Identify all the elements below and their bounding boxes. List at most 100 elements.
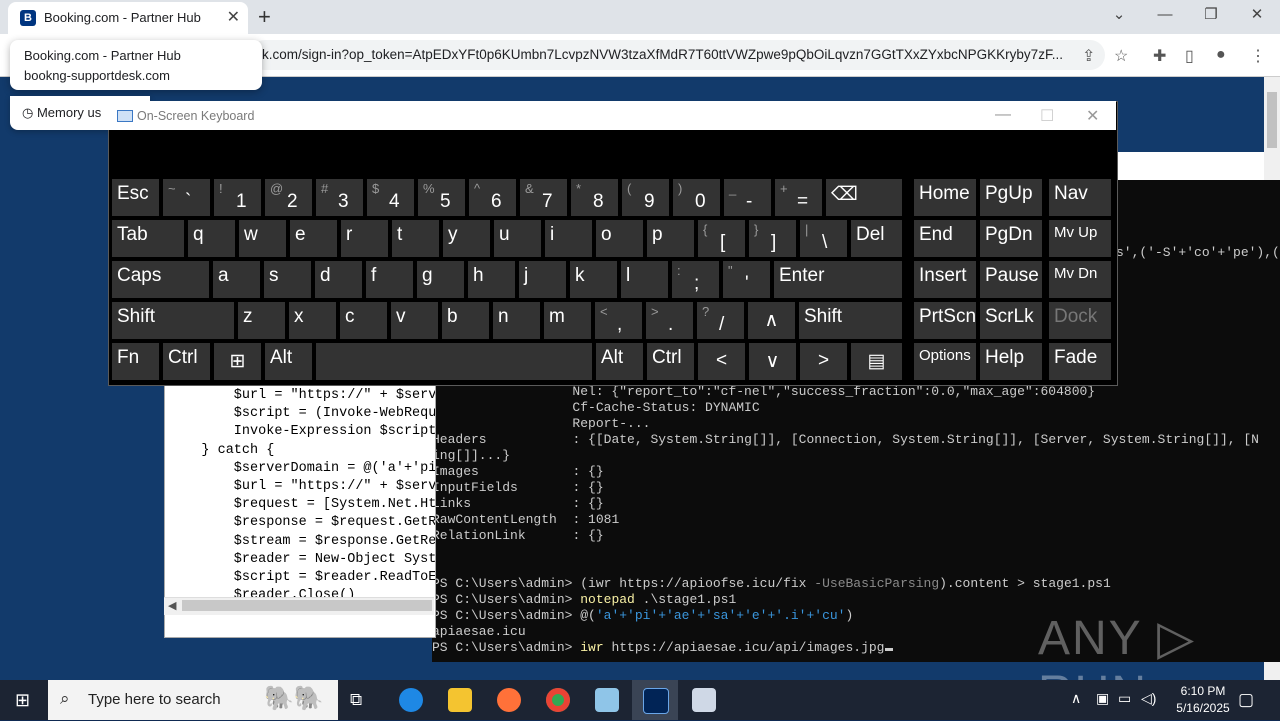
key-right-arrow[interactable]: > [800, 343, 847, 380]
key-insert[interactable]: Insert [914, 261, 976, 298]
edge-icon[interactable] [399, 688, 423, 712]
key-x[interactable]: x [289, 302, 336, 339]
osk-minimize-button[interactable]: — [995, 106, 1011, 124]
close-button[interactable]: ✕ [1234, 0, 1280, 34]
key-alt-left[interactable]: Alt [265, 343, 312, 380]
key-dock[interactable]: Dock [1049, 302, 1111, 339]
address-bar-url[interactable]: k.com/sign-in?op_token=AtpEDxYFt0p6KUmbn… [262, 47, 1072, 62]
tab-close-icon[interactable]: ✕ [227, 7, 240, 27]
network-icon[interactable]: ▭ [1118, 690, 1131, 707]
key-tab[interactable]: Tab [112, 220, 184, 257]
key-z[interactable]: z [238, 302, 285, 339]
file-explorer-icon[interactable] [448, 688, 472, 712]
key-comma[interactable]: <, [595, 302, 642, 339]
key-f[interactable]: f [366, 261, 413, 298]
key-ctrl-left[interactable]: Ctrl [163, 343, 210, 380]
tray-app-icon[interactable]: ▣ [1096, 690, 1109, 707]
key-semicolon[interactable]: :; [672, 261, 719, 298]
key-shift-right[interactable]: Shift [799, 302, 902, 339]
key-l[interactable]: l [621, 261, 668, 298]
key-o[interactable]: o [596, 220, 643, 257]
tray-overflow-chevron-icon[interactable]: ∧ [1071, 690, 1081, 707]
key-6[interactable]: ^ 6 [469, 179, 516, 216]
side-panel-icon[interactable]: ▯ [1185, 46, 1194, 66]
page-scrollbar-thumb[interactable] [1267, 92, 1277, 148]
key-4[interactable]: $4 [367, 179, 414, 216]
key-n[interactable]: n [493, 302, 540, 339]
minimize-button[interactable]: — [1142, 0, 1188, 34]
key-mvdn[interactable]: Mv Dn [1049, 261, 1111, 298]
key-end[interactable]: End [914, 220, 976, 257]
key-ctrl-right[interactable]: Ctrl [647, 343, 694, 380]
key-e[interactable]: e [290, 220, 337, 257]
key-del[interactable]: Del [851, 220, 902, 257]
key-backslash[interactable]: | \ [800, 220, 847, 257]
volume-icon[interactable]: ◁) [1141, 690, 1156, 707]
key-up-arrow[interactable]: ∧ [748, 302, 795, 339]
menu-kebab-icon[interactable]: ⋮ [1250, 46, 1266, 66]
key-options[interactable]: Options [914, 343, 976, 380]
key-mvup[interactable]: Mv Up [1049, 220, 1111, 257]
key-backtick[interactable]: ~ ` [163, 179, 210, 216]
key-y[interactable]: y [443, 220, 490, 257]
key-close-bracket[interactable]: }] [749, 220, 796, 257]
key-r[interactable]: r [341, 220, 388, 257]
key-left-arrow[interactable]: < [698, 343, 745, 380]
key-pgup[interactable]: PgUp [980, 179, 1042, 216]
new-tab-button[interactable]: + [258, 4, 271, 30]
key-period[interactable]: >. [646, 302, 693, 339]
key-open-bracket[interactable]: {[ [698, 220, 745, 257]
key-u[interactable]: u [494, 220, 541, 257]
console-scroll-down-icon[interactable] [1264, 662, 1280, 680]
tab-search-icon[interactable]: ⌄ [1096, 0, 1142, 34]
key-caps[interactable]: Caps [112, 261, 209, 298]
key-2[interactable]: @2 [265, 179, 312, 216]
key-space[interactable] [316, 343, 592, 380]
key-b[interactable]: b [442, 302, 489, 339]
notification-center-icon[interactable]: ▢ [1238, 690, 1254, 710]
key-q[interactable]: q [188, 220, 235, 257]
taskbar-clock[interactable]: 6:10 PM 5/16/2025 [1166, 683, 1240, 717]
notepad-hscroll-thumb[interactable] [182, 600, 432, 611]
firefox-icon[interactable] [497, 688, 521, 712]
key-backspace[interactable]: ⌫ [826, 179, 902, 216]
on-screen-keyboard-icon[interactable] [692, 688, 716, 712]
key-8[interactable]: * 8 [571, 179, 618, 216]
notepad-icon[interactable] [595, 688, 619, 712]
key-1[interactable]: ! 1 [214, 179, 261, 216]
key-prtscn[interactable]: PrtScn [914, 302, 976, 339]
key-help[interactable]: Help [980, 343, 1042, 380]
key-k[interactable]: k [570, 261, 617, 298]
key-minus[interactable]: _ - [724, 179, 771, 216]
share-icon[interactable]: ⇪ [1082, 46, 1095, 66]
key-scrlk[interactable]: ScrLk [980, 302, 1042, 339]
osk-maximize-button[interactable]: ☐ [1040, 106, 1054, 126]
powershell-icon[interactable] [643, 688, 669, 714]
key-7[interactable]: & 7 [520, 179, 567, 216]
key-g[interactable]: g [417, 261, 464, 298]
key-equals[interactable]: + = [775, 179, 822, 216]
start-button[interactable]: ⊞ [0, 680, 48, 720]
key-d[interactable]: d [315, 261, 362, 298]
key-w[interactable]: w [239, 220, 286, 257]
key-down-arrow[interactable]: ∨ [749, 343, 796, 380]
key-pgdn[interactable]: PgDn [980, 220, 1042, 257]
key-t[interactable]: t [392, 220, 439, 257]
key-enter[interactable]: Enter [774, 261, 902, 298]
search-placeholder[interactable]: Type here to search [88, 691, 221, 708]
key-nav[interactable]: Nav [1049, 179, 1111, 216]
key-shift-left[interactable]: Shift [112, 302, 234, 339]
key-slash[interactable]: ? / [697, 302, 744, 339]
bookmark-star-icon[interactable]: ☆ [1114, 46, 1128, 66]
key-j[interactable]: j [519, 261, 566, 298]
key-p[interactable]: p [647, 220, 694, 257]
key-s[interactable]: s [264, 261, 311, 298]
key-c[interactable]: c [340, 302, 387, 339]
browser-tab[interactable]: B Booking.com - Partner Hub ✕ [8, 2, 248, 34]
key-3[interactable]: #3 [316, 179, 363, 216]
key-windows[interactable]: ⊞ [214, 343, 261, 380]
key-alt-right[interactable]: Alt [596, 343, 643, 380]
key-menu[interactable]: ▤ [851, 343, 902, 380]
key-fade[interactable]: Fade [1049, 343, 1111, 380]
restore-button[interactable]: ❐ [1188, 0, 1234, 34]
